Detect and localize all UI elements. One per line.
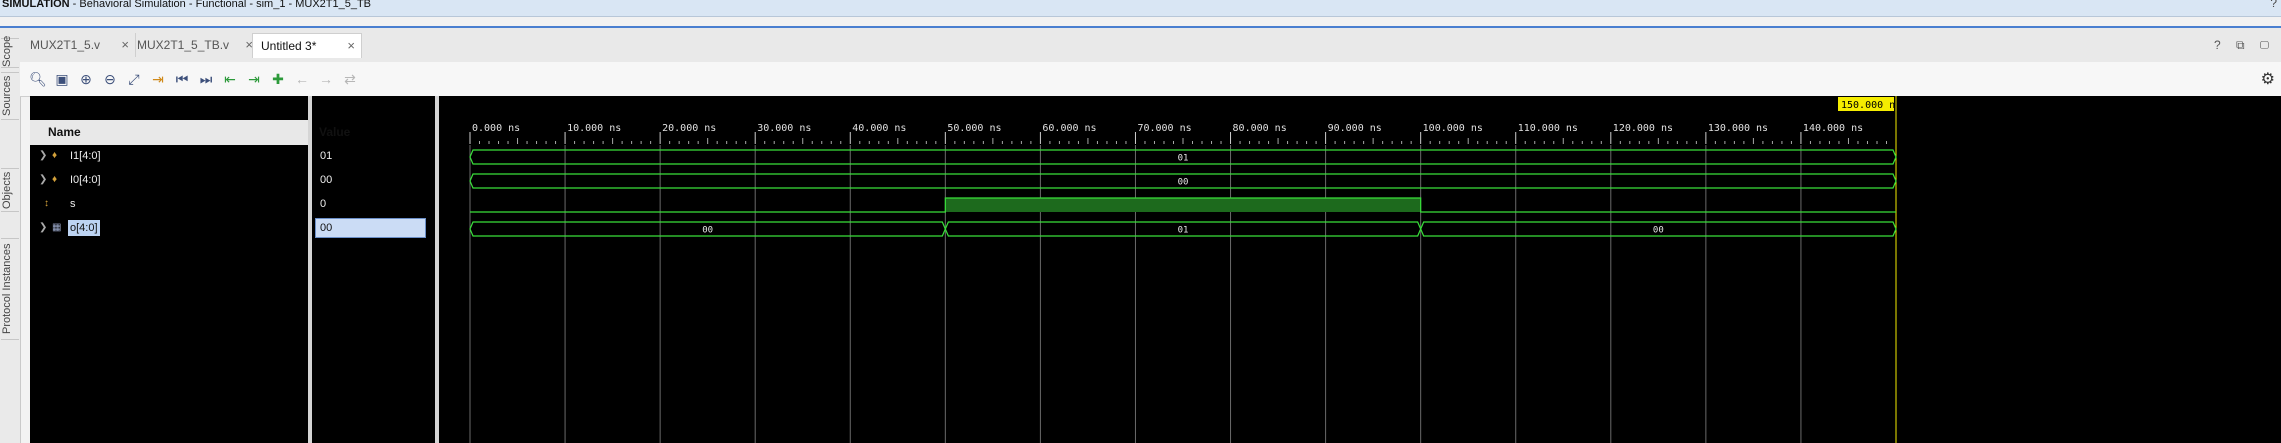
ruler-tick-label: 110.000 ns	[1518, 123, 1578, 134]
signal-row-i1[interactable]: ❯ ♦ I1[4:0] 01	[30, 145, 448, 169]
ruler-tick-label: 50.000 ns	[947, 123, 1001, 134]
ruler-tick-label: 0.000 ns	[472, 123, 520, 134]
sidebar-tab-sources[interactable]: Sources	[1, 72, 19, 120]
zoom-out-icon[interactable]: ⊖	[100, 69, 120, 89]
waveform-viewer[interactable]: Name Value ❯ ♦ I1[4:0] 01 ❯ ♦ I0[4:0] 00…	[30, 96, 2281, 443]
bus-value-label: 00	[1653, 226, 1664, 236]
signal-value: 00	[320, 174, 333, 186]
tab-label: Untitled 3*	[261, 39, 317, 53]
signal-value: 01	[320, 150, 333, 162]
signal-row-o[interactable]: ❯ ▦ o[4:0] 00	[30, 217, 448, 241]
close-icon[interactable]: ×	[347, 34, 355, 58]
bus-input-icon: ♦	[52, 174, 58, 185]
gear-icon[interactable]: ⚙	[2261, 69, 2275, 89]
bus-value-label: 00	[702, 226, 713, 236]
add-marker-icon[interactable]: ✚	[268, 69, 288, 89]
ruler-tick-label: 130.000 ns	[1708, 123, 1768, 134]
ruler-tick-label: 90.000 ns	[1328, 123, 1382, 134]
signal-list-header: Name Value	[30, 120, 350, 145]
side-panel-tabs: Scope Sources Objects Protocol Instances	[0, 28, 21, 443]
name-column-header: Name	[48, 125, 81, 139]
zoom-in-icon[interactable]: ⊕	[76, 69, 96, 89]
search-icon[interactable]: 🔍︎	[28, 69, 48, 89]
ruler-tick-label: 40.000 ns	[852, 123, 906, 134]
bus-value-label: 01	[1178, 154, 1189, 164]
chevron-right-icon[interactable]: ❯	[39, 174, 47, 185]
go-to-start-icon[interactable]: ⏮	[172, 69, 192, 89]
ruler-tick-label: 80.000 ns	[1233, 123, 1287, 134]
signal-name: I0[4:0]	[70, 174, 101, 186]
ruler-tick-label: 30.000 ns	[757, 123, 811, 134]
save-icon[interactable]: ▣	[52, 69, 72, 89]
previous-transition-icon[interactable]: ⇤	[220, 69, 240, 89]
signal-name: s	[70, 198, 76, 210]
signal-name: I1[4:0]	[70, 150, 101, 162]
chevron-right-icon[interactable]: ❯	[39, 150, 47, 161]
next-marker-icon: →	[319, 71, 333, 87]
tab-label: MUX2T1_5_TB.v	[137, 38, 230, 52]
window-title-bar: SIMULATION - Behavioral Simulation - Fun…	[0, 0, 2281, 17]
ruler-tick-label: 20.000 ns	[662, 123, 716, 134]
bus-input-icon: ♦	[52, 150, 58, 161]
ruler-tick-label: 140.000 ns	[1803, 123, 1863, 134]
zoom-fit-icon[interactable]: ⤢	[124, 69, 144, 89]
bus-output-icon: ▦	[52, 222, 62, 233]
go-to-cursor-icon[interactable]: ⇥	[148, 69, 168, 89]
sidebar-tab-protocol-instances[interactable]: Protocol Instances	[1, 238, 19, 340]
previous-marker-icon: ←	[295, 71, 309, 87]
tab-untitled-3[interactable]: Untitled 3* ×	[252, 33, 362, 58]
high-level-fill	[945, 198, 1421, 212]
window-title: SIMULATION - Behavioral Simulation - Fun…	[2, 0, 372, 10]
signal-value: 0	[320, 198, 327, 210]
help-icon[interactable]: ?	[2270, 0, 2277, 9]
value-column-header: Value	[319, 125, 351, 139]
tab-label: MUX2T1_5.v	[30, 38, 101, 52]
signal-name: o[4:0]	[68, 220, 100, 236]
next-transition-icon[interactable]: ⇥	[244, 69, 264, 89]
ruler-tick-label: 100.000 ns	[1423, 123, 1483, 134]
signal-row-s[interactable]: ↕ s 0	[30, 193, 448, 217]
bus-value-label: 01	[1178, 226, 1189, 236]
waveform-canvas[interactable]: 0.000 ns 10.000 ns 20.000 ns 30.000 ns 40.00…	[439, 96, 2281, 443]
swap-cursors-icon: ⇄	[344, 71, 356, 87]
tab-mux2t1-5-tb-v[interactable]: MUX2T1_5_TB.v ×	[129, 33, 260, 57]
chevron-right-icon[interactable]: ❯	[39, 222, 47, 233]
bit-signal-icon: ↕	[44, 198, 49, 209]
cursor-time-label: 150.000 ns	[1841, 100, 1901, 111]
window-controls[interactable]: ? ⧉ ▢	[2214, 38, 2275, 53]
close-icon[interactable]: ×	[121, 33, 129, 57]
bus-value-label: 00	[1178, 178, 1189, 188]
ruler-tick-label: 120.000 ns	[1613, 123, 1673, 134]
sidebar-tab-scope[interactable]: Scope	[1, 36, 19, 68]
ruler-tick-label: 10.000 ns	[567, 123, 621, 134]
signal-row-i0[interactable]: ❯ ♦ I0[4:0] 00	[30, 169, 448, 193]
waveform-toolbar: 🔍︎ ▣ ⊕ ⊖ ⤢ ⇥ ⏮ ⏭ ⇤ ⇥ ✚ ← → ⇄ ⚙	[20, 62, 2281, 97]
ruler-tick-label: 70.000 ns	[1137, 123, 1191, 134]
ruler-tick-label: 60.000 ns	[1042, 123, 1096, 134]
editor-tab-bar: MUX2T1_5.v × MUX2T1_5_TB.v × Untitled 3*…	[20, 28, 2281, 63]
tab-mux2t1-5-v[interactable]: MUX2T1_5.v ×	[22, 33, 136, 57]
sidebar-tab-objects[interactable]: Objects	[1, 168, 19, 212]
go-to-end-icon[interactable]: ⏭	[196, 69, 216, 89]
signal-value: 00	[320, 222, 333, 234]
